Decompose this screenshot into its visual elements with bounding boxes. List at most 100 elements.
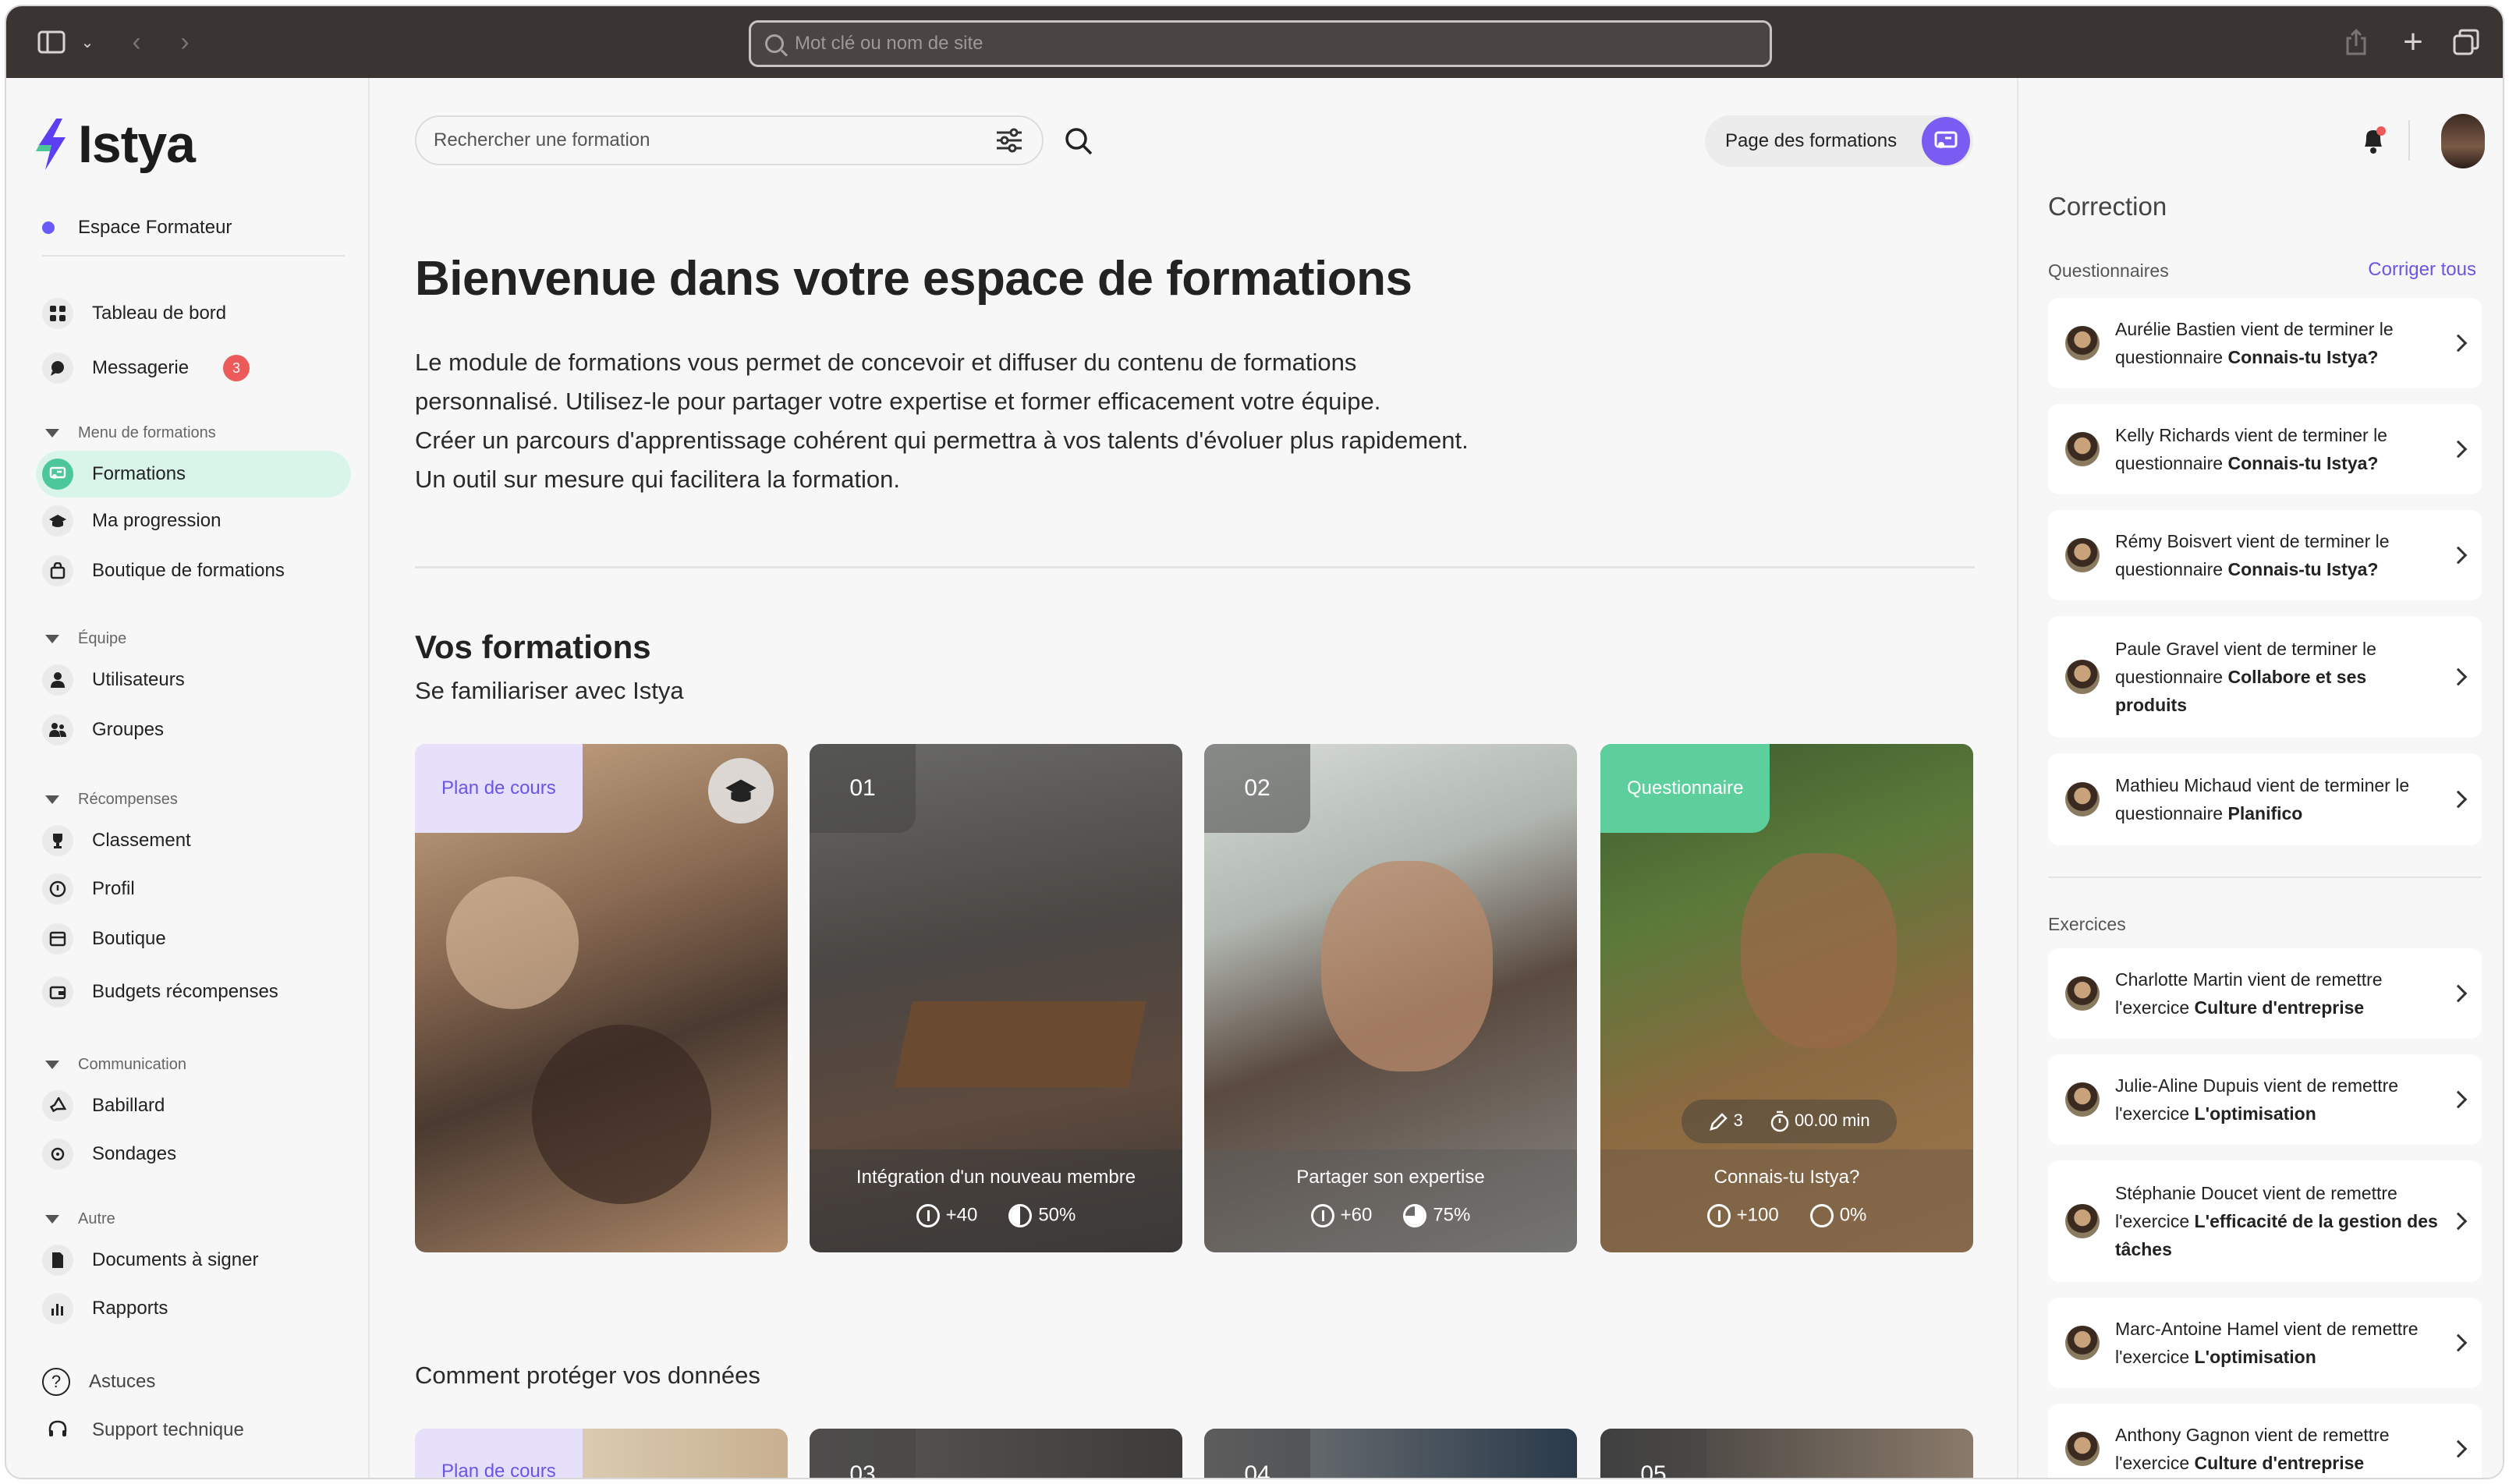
correct-all-link[interactable]: Corriger tous bbox=[2368, 259, 2476, 281]
share-icon[interactable] bbox=[2344, 23, 2368, 61]
address-input[interactable] bbox=[795, 33, 1731, 55]
exercise-notification[interactable]: Anthony Gagnon vient de remettre l'exerc… bbox=[2048, 1404, 2482, 1478]
logo-text: Istya bbox=[78, 115, 196, 174]
intro-line: Créer un parcours d'apprentissage cohére… bbox=[415, 427, 1469, 454]
sidebar-item-boutique[interactable]: Boutique bbox=[36, 916, 351, 962]
progress-stat: 50% bbox=[1008, 1204, 1076, 1227]
dashboard-icon bbox=[42, 298, 73, 329]
document-icon bbox=[42, 1245, 73, 1276]
sidebar-item-formations[interactable]: Formations bbox=[36, 451, 351, 498]
avatar bbox=[2065, 1082, 2100, 1117]
questionnaire-notification[interactable]: Mathieu Michaud vient de terminer le que… bbox=[2048, 753, 2482, 845]
workspace-label[interactable]: Espace Formateur bbox=[42, 217, 232, 239]
chevron-right-icon bbox=[2449, 790, 2468, 809]
course-card-04[interactable]: 04 bbox=[1204, 1429, 1577, 1478]
sidebar-item-label: Messagerie bbox=[92, 357, 190, 378]
search-input[interactable] bbox=[434, 129, 964, 151]
questionnaire-notification[interactable]: Kelly Richards vient de terminer le ques… bbox=[2048, 404, 2482, 494]
help-icon: ? bbox=[42, 1368, 70, 1396]
sidebar-item-astuces[interactable]: ? Astuces bbox=[36, 1358, 351, 1405]
notification-text: Julie-Aline Dupuis vient de remettre l'e… bbox=[2115, 1071, 2440, 1128]
new-tab-icon[interactable]: + bbox=[2401, 23, 2426, 61]
chart-icon bbox=[42, 1293, 73, 1324]
card-number: 05 bbox=[1600, 1429, 1706, 1478]
sidebar-item-messagerie[interactable]: Messagerie 3 bbox=[36, 345, 351, 391]
tabs-icon[interactable] bbox=[2452, 23, 2480, 61]
sidebar-item-utilisateurs[interactable]: Utilisateurs bbox=[36, 657, 351, 703]
sidebar-item-progression[interactable]: Ma progression bbox=[36, 498, 351, 544]
card-stats: +60 75% bbox=[1204, 1204, 1577, 1227]
sidebar-item-label: Documents à signer bbox=[92, 1249, 259, 1270]
points-stat: +100 bbox=[1706, 1204, 1779, 1227]
sidebar-item-groupes[interactable]: Groupes bbox=[36, 707, 351, 753]
logo[interactable]: Istya bbox=[36, 114, 196, 175]
chevron-down-icon[interactable]: ⌄ bbox=[78, 23, 97, 61]
forward-icon[interactable]: › bbox=[173, 23, 197, 61]
course-card-plan[interactable]: Plan de cours bbox=[415, 744, 788, 1252]
exercise-notification[interactable]: Stéphanie Doucet vient de remettre l'exe… bbox=[2048, 1160, 2482, 1282]
section-toggle-equipe[interactable]: Équipe bbox=[45, 630, 126, 648]
sidebar-item-rapports[interactable]: Rapports bbox=[36, 1285, 351, 1332]
card-photo-shape bbox=[1741, 853, 1897, 1048]
questionnaire-notification[interactable]: Aurélie Bastien vient de terminer le que… bbox=[2048, 298, 2482, 388]
sidebar-item-boutique-formations[interactable]: Boutique de formations bbox=[36, 547, 351, 594]
progress-icon bbox=[1403, 1204, 1427, 1227]
sidebar-item-sondages[interactable]: Sondages bbox=[36, 1131, 351, 1178]
user-avatar[interactable] bbox=[2441, 114, 2485, 168]
sidebar-toggle-icon[interactable] bbox=[36, 23, 67, 61]
card-tag: Questionnaire bbox=[1600, 744, 1770, 833]
notification-bell-icon[interactable] bbox=[2360, 125, 2387, 156]
sidebar-item-label: Budgets récompenses bbox=[92, 981, 278, 1002]
course-card-03[interactable]: 03 bbox=[810, 1429, 1182, 1478]
section-subtitle: Se familiariser avec Istya bbox=[415, 677, 684, 704]
poll-icon bbox=[42, 1139, 73, 1170]
notification-item: Connais-tu Istya? bbox=[2227, 453, 2379, 473]
unread-badge: 3 bbox=[223, 355, 250, 381]
section-toggle-autre[interactable]: Autre bbox=[45, 1210, 115, 1228]
sidebar-item-profil[interactable]: Profil bbox=[36, 866, 351, 912]
sidebar-item-babillard[interactable]: Babillard bbox=[36, 1082, 351, 1129]
trophy-icon bbox=[42, 825, 73, 856]
exercise-notification[interactable]: Marc-Antoine Hamel vient de remettre l'e… bbox=[2048, 1298, 2482, 1388]
formations-page-button[interactable]: Page des formations bbox=[1705, 115, 1973, 167]
graduation-icon bbox=[42, 505, 73, 537]
caret-down-icon bbox=[45, 1061, 59, 1069]
course-card-05[interactable]: 05 bbox=[1600, 1429, 1973, 1478]
section-toggle-formations[interactable]: Menu de formations bbox=[45, 424, 216, 442]
panel-title: Correction bbox=[2048, 192, 2167, 221]
search-icon[interactable] bbox=[1064, 126, 1093, 156]
section-toggle-recompenses[interactable]: Récompenses bbox=[45, 791, 178, 809]
exercise-notification[interactable]: Charlotte Martin vient de remettre l'exe… bbox=[2048, 948, 2482, 1039]
course-card-questionnaire[interactable]: Questionnaire 3 00.00 min Connais-tu Ist… bbox=[1600, 744, 1973, 1252]
course-card-02[interactable]: 02 Partager son expertise +60 75% bbox=[1204, 744, 1577, 1252]
workspace-dot-icon bbox=[42, 221, 55, 234]
sidebar-item-classement[interactable]: Classement bbox=[36, 817, 351, 864]
questionnaire-notification[interactable]: Rémy Boisvert vient de terminer le quest… bbox=[2048, 510, 2482, 600]
chevron-right-icon bbox=[2449, 1333, 2468, 1352]
course-card-plan[interactable]: Plan de cours bbox=[415, 1429, 788, 1478]
sidebar-item-dashboard[interactable]: Tableau de bord bbox=[36, 290, 351, 337]
card-title: Partager son expertise bbox=[1296, 1167, 1485, 1188]
section-toggle-communication[interactable]: Communication bbox=[45, 1056, 186, 1074]
points-value: +60 bbox=[1340, 1204, 1373, 1226]
back-icon[interactable]: ‹ bbox=[125, 23, 148, 61]
section-title: Autre bbox=[78, 1210, 115, 1227]
edit-count: 3 bbox=[1733, 1110, 1743, 1131]
card-footer: Intégration d'un nouveau membre +40 50% bbox=[810, 1149, 1182, 1252]
questionnaire-notification[interactable]: Paule Gravel vient de terminer le questi… bbox=[2048, 616, 2482, 738]
notification-text: Paule Gravel vient de terminer le questi… bbox=[2115, 635, 2440, 719]
course-card-01[interactable]: 01 Intégration d'un nouveau membre +40 5… bbox=[810, 744, 1182, 1252]
exercise-notification[interactable]: Julie-Aline Dupuis vient de remettre l'e… bbox=[2048, 1054, 2482, 1145]
sidebar-item-documents[interactable]: Documents à signer bbox=[36, 1237, 351, 1284]
chevron-right-icon bbox=[2449, 1212, 2468, 1231]
address-bar[interactable] bbox=[749, 20, 1772, 67]
notification-item: Connais-tu Istya? bbox=[2227, 347, 2379, 367]
sidebar-item-budgets[interactable]: Budgets récompenses bbox=[36, 969, 351, 1015]
intro-line: personnalisé. Utilisez-le pour partager … bbox=[415, 388, 1381, 415]
megaphone-icon bbox=[42, 1090, 73, 1121]
search-bar[interactable] bbox=[415, 115, 1044, 165]
card-footer: Connais-tu Istya? +100 0% bbox=[1600, 1149, 1973, 1252]
sidebar-item-support[interactable]: Support technique bbox=[36, 1407, 351, 1454]
filter-icon[interactable] bbox=[995, 128, 1023, 153]
card-photo-shape bbox=[446, 877, 579, 1009]
